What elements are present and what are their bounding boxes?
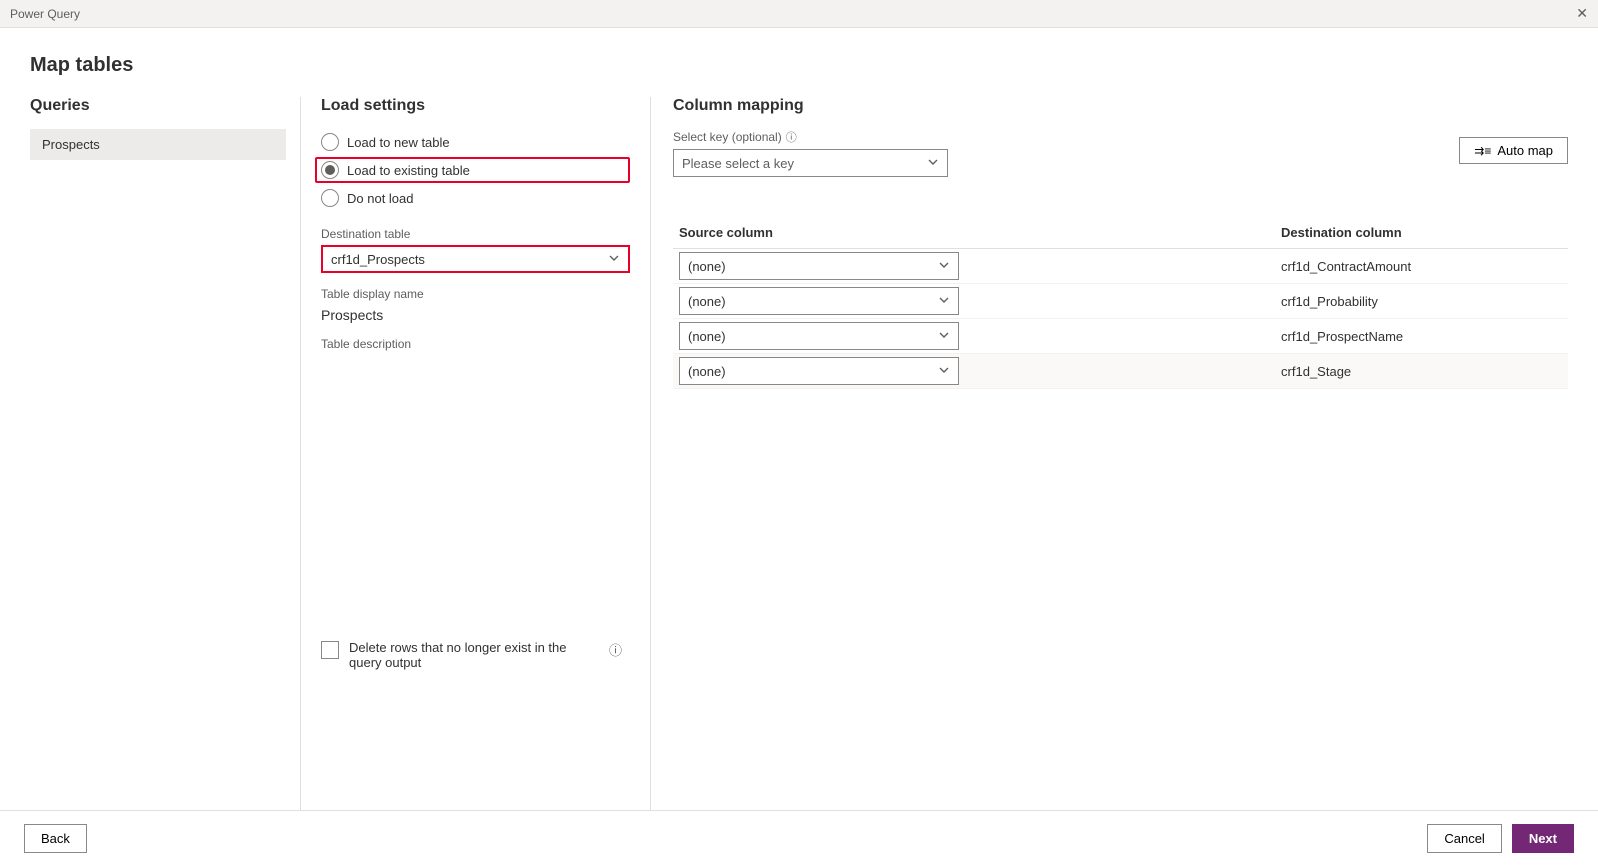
chevron-down-icon — [938, 329, 950, 344]
radio-label: Load to new table — [347, 135, 450, 150]
load-settings-heading: Load settings — [321, 97, 630, 115]
source-column-select[interactable]: (none) — [679, 287, 959, 315]
delete-rows-row: Delete rows that no longer exist in the … — [321, 640, 630, 810]
info-icon: ⓘ — [786, 129, 797, 145]
radio-icon — [321, 133, 339, 151]
table-description-label: Table description — [321, 337, 630, 351]
table-row: (none) crf1d_Stage — [673, 354, 1568, 389]
query-item-prospects[interactable]: Prospects — [30, 129, 286, 160]
chevron-down-icon — [938, 294, 950, 309]
main-columns: Queries Prospects Load settings Load to … — [30, 97, 1568, 810]
table-row: (none) crf1d_ContractAmount — [673, 249, 1568, 284]
destination-table-label: Destination table — [321, 227, 630, 241]
window-title: Power Query — [10, 7, 80, 21]
load-settings-panel: Load settings Load to new table Load to … — [300, 97, 650, 810]
next-button[interactable]: Next — [1512, 824, 1574, 853]
content-area: Map tables Queries Prospects Load settin… — [0, 28, 1598, 810]
radio-label: Do not load — [347, 191, 414, 206]
titlebar: Power Query ✕ — [0, 0, 1598, 28]
th-source-column: Source column — [673, 217, 1275, 249]
select-key-placeholder: Please select a key — [682, 156, 794, 171]
footer-bar: Back Cancel Next — [0, 810, 1598, 866]
destination-column-cell: crf1d_Probability — [1275, 284, 1568, 319]
destination-column-cell: crf1d_ProspectName — [1275, 319, 1568, 354]
destination-table-value: crf1d_Prospects — [331, 252, 425, 267]
radio-icon — [321, 161, 339, 179]
chevron-down-icon — [608, 252, 620, 267]
table-row: (none) crf1d_Probability — [673, 284, 1568, 319]
auto-map-icon: ⇉≡ — [1474, 144, 1491, 158]
delete-rows-checkbox[interactable] — [321, 641, 339, 659]
radio-load-new[interactable]: Load to new table — [321, 129, 630, 155]
column-mapping-table: Source column Destination column (none) … — [673, 217, 1568, 389]
chevron-down-icon — [938, 364, 950, 379]
table-row: (none) crf1d_ProspectName — [673, 319, 1568, 354]
select-key-dropdown[interactable]: Please select a key — [673, 149, 948, 177]
close-icon[interactable]: ✕ — [1576, 5, 1588, 22]
source-column-select[interactable]: (none) — [679, 357, 959, 385]
page-title: Map tables — [30, 54, 1568, 77]
destination-column-cell: crf1d_ContractAmount — [1275, 249, 1568, 284]
auto-map-label: Auto map — [1497, 143, 1553, 158]
source-column-select[interactable]: (none) — [679, 322, 959, 350]
th-destination-column: Destination column — [1275, 217, 1568, 249]
cancel-button[interactable]: Cancel — [1427, 824, 1501, 853]
auto-map-button[interactable]: ⇉≡ Auto map — [1459, 137, 1568, 164]
radio-load-existing[interactable]: Load to existing table — [315, 157, 630, 183]
select-key-label: Select key (optional) ⓘ — [673, 129, 1568, 145]
chevron-down-icon — [938, 259, 950, 274]
table-display-name-label: Table display name — [321, 287, 630, 301]
destination-column-cell: crf1d_Stage — [1275, 354, 1568, 389]
table-display-name-value: Prospects — [321, 307, 630, 323]
chevron-down-icon — [927, 156, 939, 171]
back-button[interactable]: Back — [24, 824, 87, 853]
queries-panel: Queries Prospects — [30, 97, 300, 810]
column-mapping-heading: Column mapping — [673, 97, 1568, 115]
queries-heading: Queries — [30, 97, 286, 115]
radio-label: Load to existing table — [347, 163, 470, 178]
info-icon: ⓘ — [609, 640, 622, 659]
mapping-header: Column mapping Select key (optional) ⓘ P… — [673, 97, 1568, 177]
radio-do-not-load[interactable]: Do not load — [321, 185, 630, 211]
radio-icon — [321, 189, 339, 207]
column-mapping-panel: Column mapping Select key (optional) ⓘ P… — [650, 97, 1568, 810]
source-column-select[interactable]: (none) — [679, 252, 959, 280]
delete-rows-label: Delete rows that no longer exist in the … — [349, 640, 599, 670]
destination-table-select[interactable]: crf1d_Prospects — [321, 245, 630, 273]
